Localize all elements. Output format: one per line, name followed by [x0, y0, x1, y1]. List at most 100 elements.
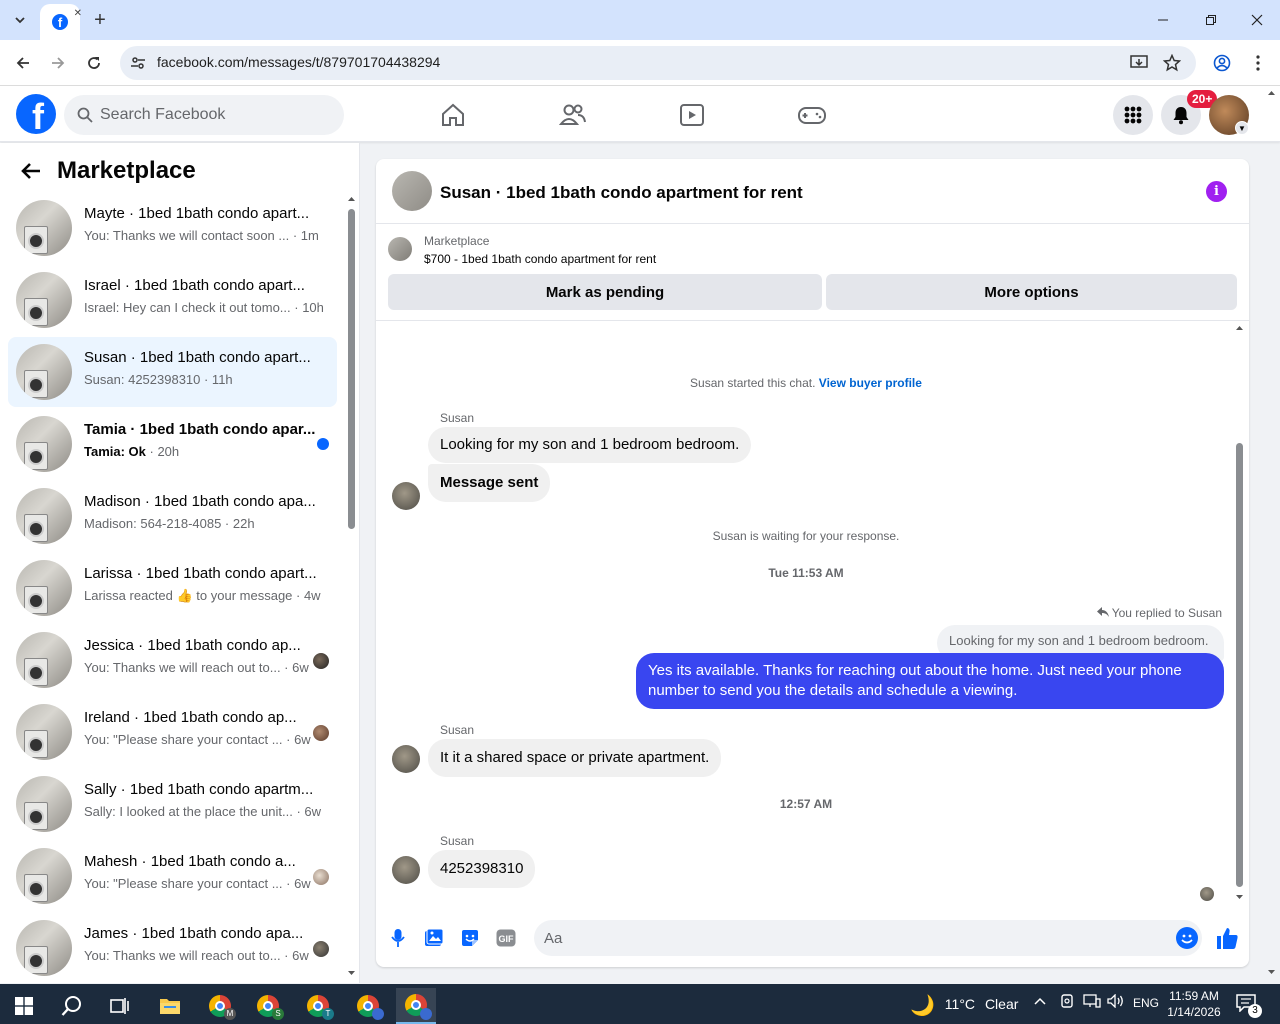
- task-view-icon: [110, 998, 129, 1014]
- conversation-item-james[interactable]: James · 1bed 1bath condo apa... You: Tha…: [8, 913, 337, 983]
- conversation-snippet: You: Thanks we will contact soon ... · 1…: [84, 228, 319, 243]
- listing-title[interactable]: $700 - 1bed 1bath condo apartment for re…: [424, 252, 656, 266]
- conversation-item-mayte[interactable]: Mayte · 1bed 1bath condo apart... You: T…: [8, 193, 337, 263]
- conversation-item-mahesh[interactable]: Mahesh · 1bed 1bath condo a... You: "Ple…: [8, 841, 337, 911]
- url-text[interactable]: facebook.com/messages/t/879701704438294: [157, 54, 440, 70]
- conversation-item-jessica[interactable]: Jessica · 1bed 1bath condo ap... You: Th…: [8, 625, 337, 695]
- more-vertical-icon: [1256, 55, 1260, 71]
- seen-indicator-avatar: [1200, 887, 1214, 901]
- chat-avatar[interactable]: [392, 171, 432, 211]
- file-explorer-button[interactable]: [150, 988, 190, 1024]
- home-nav-button[interactable]: [436, 98, 470, 132]
- chrome-profile-4-button[interactable]: [348, 988, 388, 1024]
- sender-avatar[interactable]: [392, 482, 420, 510]
- emoji-picker-button[interactable]: [1176, 927, 1198, 949]
- conversation-item-sally[interactable]: Sally · 1bed 1bath condo apartm... Sally…: [8, 769, 337, 839]
- profile-badge: S: [272, 1008, 284, 1020]
- new-tab-button[interactable]: +: [88, 6, 112, 34]
- thumbs-up-icon[interactable]: [1214, 925, 1240, 951]
- scroll-down-icon[interactable]: [347, 969, 356, 977]
- chat-scroll-thumb[interactable]: [1236, 443, 1243, 887]
- back-arrow-icon[interactable]: [20, 161, 42, 181]
- back-button[interactable]: [8, 48, 38, 78]
- network-button[interactable]: [1083, 994, 1101, 1011]
- forward-button[interactable]: [43, 48, 73, 78]
- menu-button[interactable]: [1113, 95, 1153, 135]
- incoming-message[interactable]: Looking for my son and 1 bedroom bedroom…: [428, 427, 752, 463]
- info-icon[interactable]: i: [1206, 181, 1227, 202]
- tab-search-dropdown[interactable]: [6, 6, 34, 34]
- address-bar[interactable]: facebook.com/messages/t/879701704438294: [120, 46, 1196, 80]
- task-view-button[interactable]: [100, 988, 140, 1024]
- outgoing-message[interactable]: Yes its available. Thanks for reaching o…: [636, 653, 1224, 709]
- voice-clip-button[interactable]: [387, 927, 409, 949]
- seen-avatar: [313, 869, 329, 885]
- message-list: Susan started this chat. View buyer prof…: [376, 321, 1249, 901]
- conversation-item-tamia[interactable]: Tamia · 1bed 1bath condo apar... Tamia: …: [8, 409, 337, 479]
- svg-text:GIF: GIF: [499, 934, 515, 944]
- volume-button[interactable]: [1107, 993, 1125, 1011]
- input-language[interactable]: ENG: [1133, 996, 1159, 1010]
- sender-avatar[interactable]: [392, 745, 420, 773]
- reload-button[interactable]: [79, 48, 109, 78]
- conversation-name: Larissa · 1bed 1bath condo apart...: [84, 565, 317, 582]
- listing-thumbnail: [16, 632, 72, 688]
- chat-title[interactable]: Susan · 1bed 1bath condo apartment for r…: [440, 183, 803, 203]
- chrome-active-window-button[interactable]: [396, 988, 436, 1024]
- conversation-name: Mayte · 1bed 1bath condo apart...: [84, 205, 310, 222]
- view-buyer-profile-link[interactable]: View buyer profile: [819, 376, 922, 390]
- scroll-down-icon[interactable]: [1235, 893, 1244, 901]
- listing-avatar: [388, 237, 412, 261]
- facebook-logo-icon[interactable]: f: [16, 94, 56, 134]
- taskbar-search-button[interactable]: [52, 988, 92, 1024]
- incoming-message[interactable]: 4252398310: [428, 850, 536, 888]
- attach-photo-button[interactable]: [423, 927, 445, 949]
- incoming-message[interactable]: It it a shared space or private apartmen…: [428, 739, 722, 777]
- weather-widget[interactable]: 🌙 11°C Clear: [910, 993, 1018, 1018]
- conversation-name: Madison · 1bed 1bath condo apa...: [84, 493, 316, 510]
- install-app-icon[interactable]: [1130, 55, 1148, 71]
- gaming-nav-button[interactable]: [795, 98, 829, 132]
- mark-as-pending-button[interactable]: Mark as pending: [388, 274, 822, 310]
- sidebar-scroll-thumb[interactable]: [348, 209, 355, 529]
- incoming-message[interactable]: Message sent: [428, 464, 551, 502]
- tab-facebook[interactable]: f ✕: [40, 4, 82, 40]
- search-input[interactable]: Search Facebook: [64, 95, 344, 135]
- message-input[interactable]: [534, 920, 1202, 956]
- tab-close-icon[interactable]: ✕: [74, 8, 82, 19]
- chat-panel: Susan · 1bed 1bath condo apartment for r…: [376, 159, 1249, 967]
- conversation-snippet: You: "Please share your contact ... · 6w: [84, 876, 311, 891]
- sender-avatar[interactable]: [392, 856, 420, 884]
- profile-button[interactable]: [1207, 48, 1237, 78]
- chevron-down-icon[interactable]: ▼: [1235, 121, 1249, 135]
- page-scroll-up-icon[interactable]: [1267, 89, 1276, 97]
- start-button[interactable]: [4, 988, 44, 1024]
- restore-button[interactable]: [1188, 0, 1234, 40]
- minimize-button[interactable]: [1140, 0, 1186, 40]
- chrome-profile-s-button[interactable]: S: [248, 988, 288, 1024]
- scroll-up-icon[interactable]: [1235, 324, 1244, 332]
- conversation-item-israel[interactable]: Israel · 1bed 1bath condo apart... Israe…: [8, 265, 337, 335]
- close-window-button[interactable]: [1234, 0, 1280, 40]
- meet-now-button[interactable]: [1060, 994, 1074, 1011]
- friends-nav-button[interactable]: [556, 98, 590, 132]
- watch-nav-button[interactable]: [675, 98, 709, 132]
- chrome-profile-m-button[interactable]: M: [200, 988, 240, 1024]
- more-options-button[interactable]: More options: [826, 274, 1237, 310]
- message-composer: GIF: [376, 917, 1249, 959]
- chrome-profile-t-button[interactable]: T: [298, 988, 338, 1024]
- sticker-button[interactable]: [459, 927, 481, 949]
- system-clock[interactable]: 11:59 AM 1/14/2026: [1162, 988, 1226, 1020]
- bookmark-star-icon[interactable]: [1163, 54, 1181, 72]
- page-scroll-down-icon[interactable]: [1267, 968, 1276, 976]
- site-settings-icon[interactable]: [130, 55, 146, 71]
- search-icon: [61, 996, 81, 1016]
- conversation-item-larissa[interactable]: Larissa · 1bed 1bath condo apart... Lari…: [8, 553, 337, 623]
- scroll-up-icon[interactable]: [347, 195, 356, 203]
- conversation-item-madison[interactable]: Madison · 1bed 1bath condo apa... Madiso…: [8, 481, 337, 551]
- show-hidden-icons-button[interactable]: [1034, 994, 1046, 1008]
- conversation-item-ireland[interactable]: Ireland · 1bed 1bath condo ap... You: "P…: [8, 697, 337, 767]
- gif-button[interactable]: GIF: [495, 927, 517, 949]
- conversation-item-susan[interactable]: Susan · 1bed 1bath condo apart... Susan:…: [8, 337, 337, 407]
- browser-menu-button[interactable]: [1243, 48, 1273, 78]
